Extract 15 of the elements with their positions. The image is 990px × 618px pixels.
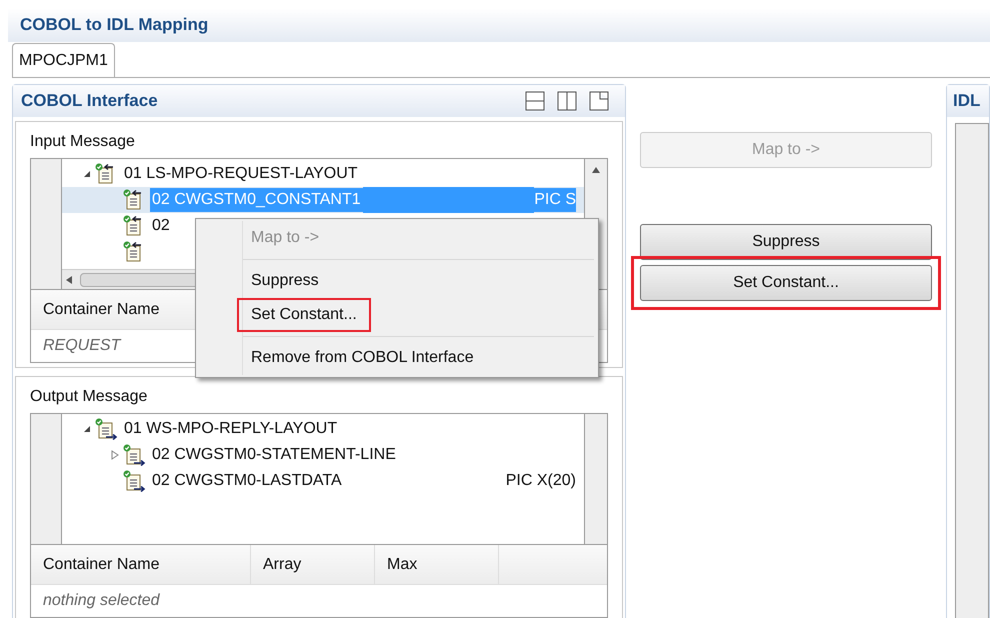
panel-title: COBOL Interface: [21, 90, 158, 112]
tree-item-label: 02: [151, 216, 171, 236]
tree-item-label: 02 CWGSTM0-STATEMENT-LINE: [151, 445, 397, 465]
tree-item-label: 01 LS-MPO-REQUEST-LAYOUT: [123, 164, 359, 184]
panel-title: IDL: [953, 90, 980, 112]
tree-item-label: 02 CWGSTM0_CONSTANT1: [150, 188, 363, 212]
editor-title: COBOL to IDL Mapping: [20, 14, 208, 36]
picture-clause: PIC X(20): [506, 471, 576, 491]
tree-item-label: 02 CWGSTM0-LASTDATA: [151, 471, 343, 491]
section-label: Input Message: [30, 132, 136, 152]
picture-clause: PIC S: [534, 188, 576, 212]
table-cell-text: REQUEST: [42, 336, 122, 356]
table-cell-text: nothing selected: [42, 591, 161, 611]
tree-item-label: 01 WS-MPO-REPLY-LAYOUT: [123, 419, 338, 439]
section-label: Output Message: [30, 387, 148, 407]
